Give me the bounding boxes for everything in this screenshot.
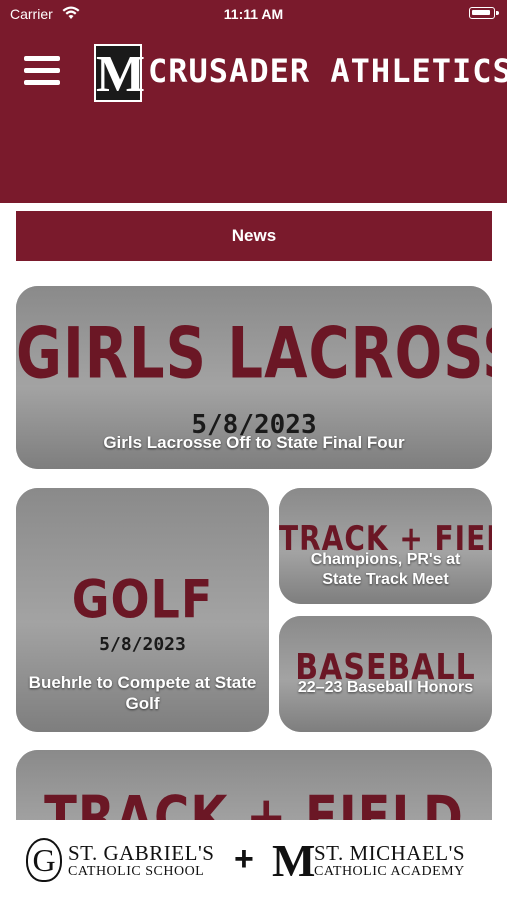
battery-icon (469, 7, 499, 19)
st-michaels-logo: M (272, 835, 316, 886)
card-headline: Buehrle to Compete at State Golf (28, 673, 257, 713)
app-header: Carrier 11:11 AM M CRUSADER ATHLETICS (0, 0, 507, 203)
status-time: 11:11 AM (223, 6, 284, 22)
st-michaels-name: ST. MICHAEL'S CATHOLIC ACADEMY (314, 842, 465, 880)
app-title: CRUSADER ATHLETICS (148, 52, 507, 90)
news-card-golf[interactable]: GOLF 5/8/2023 Buehrle to Compete at Stat… (16, 488, 269, 732)
footer-schools: G ST. GABRIEL'S CATHOLIC SCHOOL + M ST. … (0, 820, 507, 900)
news-card-track-field[interactable]: TRACK + FIELD Champions, PR's at State T… (279, 488, 492, 604)
card-headline: Girls Lacrosse Off to State Final Four (103, 433, 405, 452)
news-tab[interactable]: News (16, 211, 492, 261)
st-gabriels-line2: CATHOLIC SCHOOL (68, 864, 205, 879)
st-gabriels-name: ST. GABRIEL'S CATHOLIC SCHOOL (68, 842, 214, 880)
st-gabriels-logo: G (26, 838, 62, 882)
card-date: 5/8/2023 (99, 634, 186, 655)
news-card-baseball[interactable]: BASEBALL 22–23 Baseball Honors (279, 616, 492, 732)
card-sport-title: GIRLS LACROSSE (16, 313, 492, 396)
news-card-girls-lacrosse[interactable]: GIRLS LACROSSE 5/8/2023 Girls Lacrosse O… (16, 286, 492, 469)
crusader-logo: M (94, 44, 146, 103)
card-sport-title: GOLF (71, 567, 214, 631)
st-michaels-line1: ST. MICHAEL'S (314, 841, 466, 865)
card-headline: Champions, PR's at State Track Meet (310, 551, 461, 588)
menu-icon[interactable] (24, 56, 60, 86)
card-headline: 22–23 Baseball Honors (297, 679, 474, 696)
st-michaels-line2: CATHOLIC ACADEMY (314, 864, 465, 879)
plus-sign: + (234, 840, 254, 878)
status-bar: Carrier 11:11 AM (0, 0, 507, 28)
st-gabriels-line1: ST. GABRIEL'S (68, 841, 215, 865)
